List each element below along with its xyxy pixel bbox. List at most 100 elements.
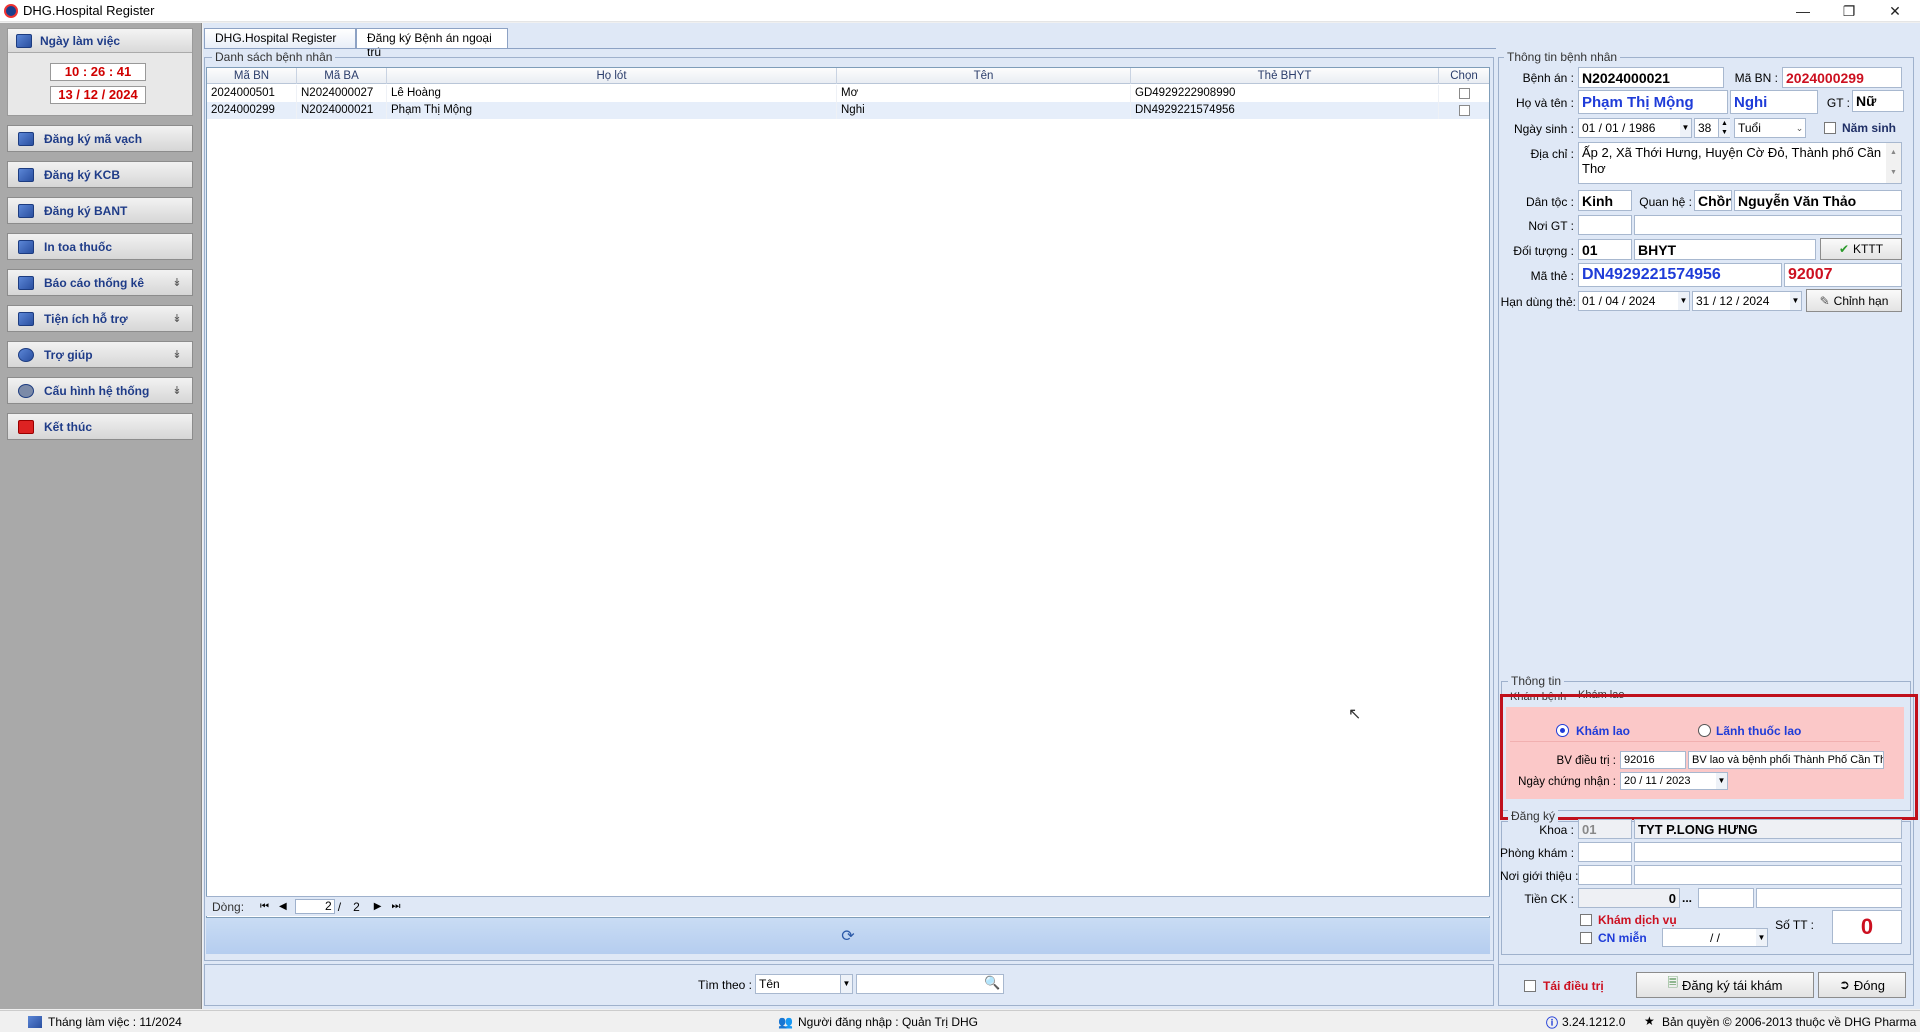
- doi-tuong-field[interactable]: BHYT: [1634, 239, 1816, 260]
- tien-ck-field[interactable]: 0: [1578, 888, 1680, 908]
- nam-sinh-checkbox[interactable]: [1824, 122, 1836, 134]
- ngay-chung-nhan-field[interactable]: 20 / 11 / 2023: [1620, 772, 1728, 790]
- window-title: DHG.Hospital Register: [23, 3, 155, 18]
- sidebar-item-tro-giup[interactable]: Trợ giúp ↡: [7, 341, 193, 368]
- patient-grid[interactable]: Mã BN Mã BA Họ lót Tên Thẻ BHYT Chọn 202…: [206, 67, 1490, 918]
- cn-mien-checkbox[interactable]: [1580, 932, 1592, 944]
- check-icon: ✔: [1838, 242, 1850, 256]
- calendar-icon: [28, 1016, 42, 1028]
- sidebar-item-dang-ky-ma-vach[interactable]: Đăng ký mã vạch: [7, 125, 193, 152]
- sidebar-item-cau-hinh[interactable]: Cấu hình hệ thống ↡: [7, 377, 193, 404]
- dong-button[interactable]: ➲ Đóng: [1818, 972, 1906, 998]
- chevron-down-icon[interactable]: ▼: [1790, 292, 1801, 310]
- chevron-down-icon[interactable]: ⌄: [1794, 119, 1805, 137]
- sidebar-item-in-toa-thuoc[interactable]: In toa thuốc: [7, 233, 193, 260]
- chevron-down-icon[interactable]: ▼: [1680, 119, 1691, 137]
- chevron-double-down-icon: ↡: [172, 277, 182, 289]
- phong-kham-name-field[interactable]: [1634, 842, 1902, 862]
- chinh-han-button[interactable]: ✎ Chỉnh hạn: [1806, 289, 1902, 312]
- refresh-icon[interactable]: ⟳: [206, 918, 1490, 954]
- bv-dieu-tri-name-field[interactable]: BV lao và bệnh phổi Thành Phố Cần Thơ: [1688, 751, 1884, 769]
- col-ten[interactable]: Tên: [837, 68, 1131, 84]
- search-input[interactable]: [856, 974, 1004, 994]
- khoa-code-field[interactable]: 01: [1578, 819, 1632, 839]
- so-tt-display: 0: [1832, 910, 1902, 944]
- row-select-checkbox[interactable]: [1459, 105, 1470, 116]
- ma-the-field[interactable]: DN4929221574956: [1578, 263, 1782, 287]
- chevron-down-icon[interactable]: ▼: [840, 975, 852, 993]
- chevron-down-icon[interactable]: ▼: [1678, 292, 1689, 310]
- barcode-icon: [18, 131, 34, 146]
- radio-kham-lao[interactable]: [1556, 724, 1569, 737]
- doi-tuong-code-field[interactable]: 01: [1578, 239, 1632, 260]
- chevron-down-icon[interactable]: ▼: [1716, 773, 1727, 789]
- last-page-icon[interactable]: ⏭: [391, 901, 400, 912]
- scrollbar[interactable]: ▲ ▼: [1886, 143, 1901, 183]
- page-number-input[interactable]: 2: [294, 899, 335, 914]
- minimize-icon[interactable]: —: [1780, 0, 1826, 22]
- row-select-checkbox[interactable]: [1459, 88, 1470, 99]
- tab-dang-ky-benh-an-ngoai-tru[interactable]: Đăng ký Bệnh án ngoại trú: [356, 28, 508, 59]
- noi-gioi-thieu-code-field[interactable]: [1578, 865, 1632, 885]
- col-ma-bn[interactable]: Mã BN: [207, 68, 297, 84]
- dan-toc-field[interactable]: Kinh: [1578, 190, 1632, 211]
- chevron-double-down-icon: ↡: [172, 349, 182, 361]
- nguoi-than-field[interactable]: Nguyễn Văn Thảo: [1734, 190, 1902, 211]
- grid-header: Mã BN Mã BA Họ lót Tên Thẻ BHYT Chọn: [207, 68, 1489, 84]
- ma-bn-field[interactable]: 2024000299: [1782, 67, 1902, 88]
- exit-icon: ➲: [1839, 977, 1850, 992]
- current-date: 13 / 12 / 2024: [50, 86, 146, 104]
- khoa-name-field[interactable]: TYT P.LONG HƯNG: [1634, 819, 1902, 839]
- spinner-icon[interactable]: ▲ ▼: [1718, 119, 1730, 137]
- next-page-icon[interactable]: ▶: [374, 901, 382, 912]
- ten-field[interactable]: Nghi: [1730, 90, 1818, 114]
- prev-page-icon[interactable]: ◀: [279, 901, 287, 912]
- search-field-select[interactable]: Tên: [755, 974, 853, 994]
- tai-dieu-tri-checkbox[interactable]: [1524, 980, 1536, 992]
- noi-gt-name-field[interactable]: [1634, 215, 1902, 235]
- dang-ky-tai-kham-button[interactable]: 🗏 Đăng ký tái khám: [1636, 972, 1814, 998]
- restore-icon[interactable]: ❐: [1826, 0, 1872, 22]
- quan-he-field[interactable]: Chồn: [1694, 190, 1732, 211]
- bv-dieu-tri-code-field[interactable]: 92016: [1620, 751, 1686, 769]
- status-bar: Tháng làm việc : 11/2024 👥 Người đăng nh…: [0, 1010, 1920, 1032]
- first-page-icon[interactable]: ⏮: [260, 901, 269, 912]
- tab-dhg-hospital-register[interactable]: DHG.Hospital Register: [204, 28, 356, 48]
- phong-kham-code-field[interactable]: [1578, 842, 1632, 862]
- sidebar-item-dang-ky-bant[interactable]: Đăng ký BANT: [7, 197, 193, 224]
- han-den-field[interactable]: 31 / 12 / 2024: [1692, 291, 1802, 311]
- sidebar-item-dang-ky-kcb[interactable]: Đăng ký KCB: [7, 161, 193, 188]
- tien-ck-more-button[interactable]: ...: [1682, 889, 1694, 907]
- kttt-button[interactable]: ✔ KTTT: [1820, 238, 1902, 260]
- ngay-sinh-field[interactable]: 01 / 01 / 1986: [1578, 118, 1692, 138]
- ho-lot-field[interactable]: Phạm Thị Mộng: [1578, 90, 1728, 114]
- close-icon[interactable]: ✕: [1872, 0, 1918, 22]
- chevron-down-icon[interactable]: ▼: [1756, 929, 1767, 946]
- cn-mien-date-field[interactable]: / /: [1662, 928, 1768, 947]
- calendar-icon: [16, 33, 32, 48]
- sidebar-item-bao-cao[interactable]: Báo cáo thống kê ↡: [7, 269, 193, 296]
- benh-an-field[interactable]: N2024000021: [1578, 67, 1724, 88]
- col-ma-ba[interactable]: Mã BA: [297, 68, 387, 84]
- sidebar-item-ket-thuc[interactable]: Kết thúc: [7, 413, 193, 440]
- gioi-tinh-field[interactable]: Nữ: [1852, 90, 1904, 112]
- table-row[interactable]: 2024000501 N2024000027 Lê Hoàng Mơ GD492…: [207, 85, 1489, 102]
- ma-kcb-field[interactable]: 92007: [1784, 263, 1902, 287]
- help-icon: [18, 347, 34, 362]
- sidebar-item-tien-ich[interactable]: Tiện ích hỗ trợ ↡: [7, 305, 193, 332]
- noi-gioi-thieu-name-field[interactable]: [1634, 865, 1902, 885]
- tien-ck-note-field[interactable]: [1756, 888, 1902, 908]
- col-ho-lot[interactable]: Họ lót: [387, 68, 837, 84]
- table-row[interactable]: 2024000299 N2024000021 Phạm Thị Mộng Ngh…: [207, 102, 1489, 119]
- dia-chi-textarea[interactable]: Ấp 2, Xã Thới Hưng, Huyện Cờ Đỏ, Thành p…: [1578, 142, 1902, 184]
- power-icon: [18, 419, 34, 434]
- noi-gt-code-field[interactable]: [1578, 215, 1632, 235]
- patient-list-title: Danh sách bệnh nhân: [212, 50, 336, 64]
- search-icon[interactable]: 🔍: [984, 975, 1000, 991]
- tien-ck-extra-field[interactable]: [1698, 888, 1754, 908]
- radio-lanh-thuoc-lao[interactable]: [1698, 724, 1711, 737]
- col-the-bhyt[interactable]: Thẻ BHYT: [1131, 68, 1439, 84]
- han-tu-field[interactable]: 01 / 04 / 2024: [1578, 291, 1690, 311]
- kham-dich-vu-checkbox[interactable]: [1580, 914, 1592, 926]
- col-chon[interactable]: Chọn: [1439, 68, 1489, 84]
